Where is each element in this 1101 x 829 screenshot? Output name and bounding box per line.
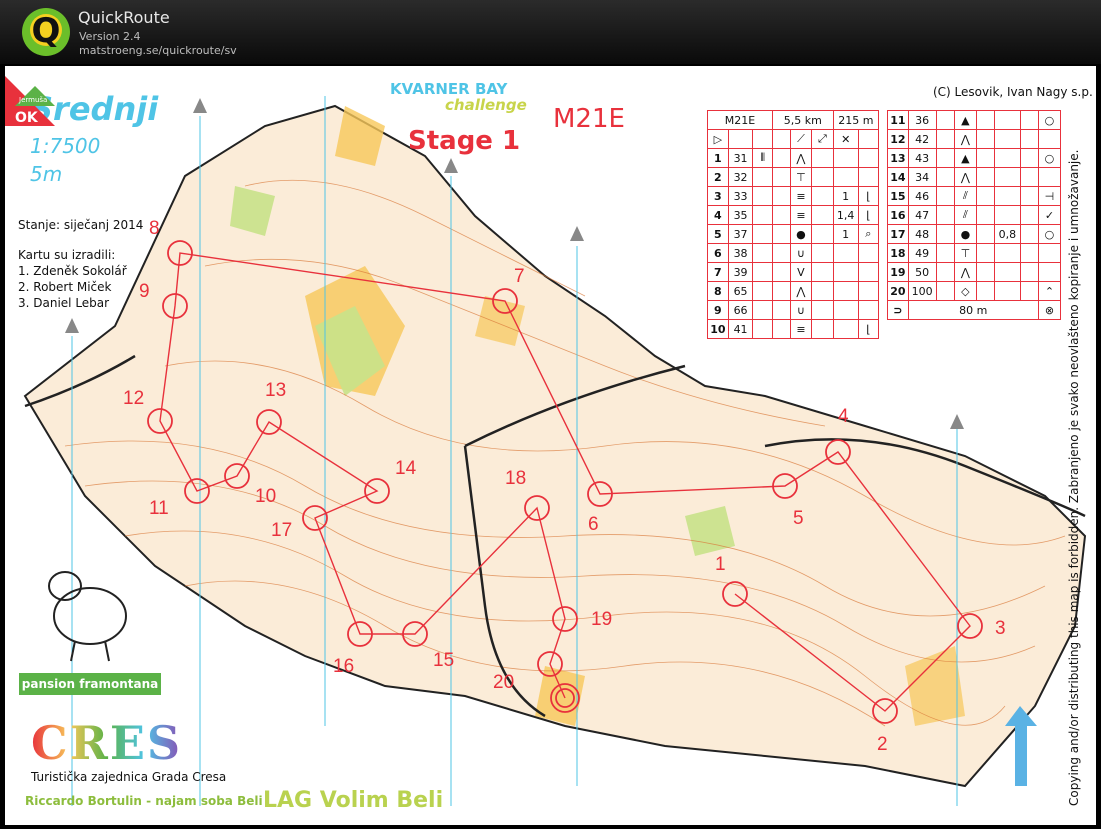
control-number-20: 20 — [493, 672, 515, 693]
quickroute-logo-icon: Q — [22, 8, 70, 56]
stage-label: Stage 1 — [408, 126, 521, 156]
sponsor-cres-text: Turistička zajednica Grada Cresa — [31, 770, 227, 784]
app-titlebar: Q QuickRoute Version 2.4 matstroeng.se/q… — [0, 0, 1101, 64]
orienteering-map[interactable]: Srednji 1:7500 5m KVARNER BAY challenge … — [5, 66, 1096, 825]
table-row: 4 35 ≡ 1,4 ⌊ — [707, 205, 880, 225]
credit-line: 1. Zdeněk Sokolář — [18, 264, 127, 278]
control-number-11: 11 — [149, 498, 169, 519]
control-number-6: 6 — [588, 514, 599, 535]
app-name: QuickRoute — [78, 8, 170, 27]
table-row: 1 31 ⫴ ⋀ — [707, 148, 880, 168]
map-scale: 1:7500 — [30, 134, 101, 158]
table-row: 20 100 ◇ ⌃ — [887, 281, 1062, 301]
table-row: 8 65 ⋀ — [707, 281, 880, 301]
sponsor-cres-logo: CRES — [31, 716, 182, 770]
control-number-3: 3 — [995, 618, 1006, 639]
table-row: 17 48 ● 0,8 ○ — [887, 224, 1062, 244]
map-contour-interval: 5m — [30, 162, 63, 186]
app-version: Version 2.4 — [79, 30, 141, 43]
club-logo-icon: OK Jermuša — [5, 76, 55, 126]
cres-logo-text: CRES — [31, 716, 183, 770]
control-number-13: 13 — [265, 380, 287, 401]
table-row: 10 41 ≡ ⌊ — [707, 319, 880, 339]
table-row: 14 34 ⋀ — [887, 167, 1062, 187]
table-row: 18 49 ⊤ — [887, 243, 1062, 263]
course-climb: 215 m — [832, 110, 880, 130]
control-number-12: 12 — [123, 388, 145, 409]
control-number-7: 7 — [514, 266, 525, 287]
control-number-10: 10 — [255, 486, 277, 507]
control-number-17: 17 — [271, 520, 293, 541]
control-number-14: 14 — [395, 458, 417, 479]
app-url-link[interactable]: matstroeng.se/quickroute/sv — [79, 44, 237, 57]
club-logo-text: OK — [15, 110, 39, 126]
table-row: 13 43 ▲ ○ — [887, 148, 1062, 168]
table-row: 7 39 V — [707, 262, 880, 282]
control-number-9: 9 — [139, 281, 150, 302]
sponsor-pansion-banner: pansion framontana beli — [19, 673, 161, 713]
control-number-19: 19 — [591, 609, 613, 630]
control-number-1: 1 — [715, 554, 726, 575]
event-name-line2: challenge — [445, 96, 527, 114]
credit-line: 2. Robert Miček — [18, 280, 112, 294]
control-description-table-right: 11 36 ▲ ○ 12 42 ⋀ 13 43 ▲ ○ 14 34 ⋀ 15 46 ⫽ ⊣ 16 47 ⫽ ✓ … — [887, 110, 1062, 320]
table-row: 15 46 ⫽ ⊣ — [887, 186, 1062, 206]
course-header: M21E — [707, 110, 773, 130]
credit-line: 3. Daniel Lebar — [18, 296, 110, 310]
sponsor-lag: LAG Volim Beli — [263, 788, 444, 813]
table-row: 12 42 ⋀ — [887, 129, 1062, 149]
course-class: M21E — [553, 104, 625, 134]
table-row: 2 32 ⊤ — [707, 167, 880, 187]
table-row: 11 36 ▲ ○ — [887, 110, 1062, 130]
control-description-table-left: M21E 5,5 km 215 m ▷ ⟋ ⤢ ✕ 1 31 ⫴ ⋀ 2 32 ⊤ 3 33 ≡ 1 ⌊… — [707, 110, 880, 339]
table-row: 5 37 ● 1 ⌕ — [707, 224, 880, 244]
finish-distance: 80 m — [907, 300, 1039, 320]
copyright-text: (C) Lesovik, Ivan Nagy s.p. — [933, 85, 1093, 99]
svg-text:Q: Q — [32, 11, 61, 51]
control-number-8: 8 — [149, 218, 160, 239]
control-number-18: 18 — [505, 468, 527, 489]
table-row: 9 66 ∪ — [707, 300, 880, 320]
control-number-2: 2 — [877, 734, 888, 755]
table-row: 3 33 ≡ 1 ⌊ — [707, 186, 880, 206]
credits-title: Kartu su izradili: — [18, 248, 116, 262]
control-number-16: 16 — [333, 656, 355, 677]
table-row: 16 47 ⫽ ✓ — [887, 205, 1062, 225]
club-logo-name: Jermuša — [18, 96, 47, 104]
legal-notice: Copying and/or distributing this map is … — [1067, 149, 1081, 806]
table-row: 6 38 ∪ — [707, 243, 880, 263]
control-number-4: 4 — [838, 406, 849, 427]
sponsor-riccardo: Riccardo Bortulin - najam soba Beli — [25, 794, 263, 808]
sheep-illustration-icon — [48, 571, 127, 662]
course-length: 5,5 km — [771, 110, 834, 130]
control-number-15: 15 — [433, 650, 455, 671]
control-number-5: 5 — [793, 508, 804, 529]
table-row: 19 50 ⋀ — [887, 262, 1062, 282]
map-state-text: Stanje: siječanj 2014 — [18, 218, 144, 232]
